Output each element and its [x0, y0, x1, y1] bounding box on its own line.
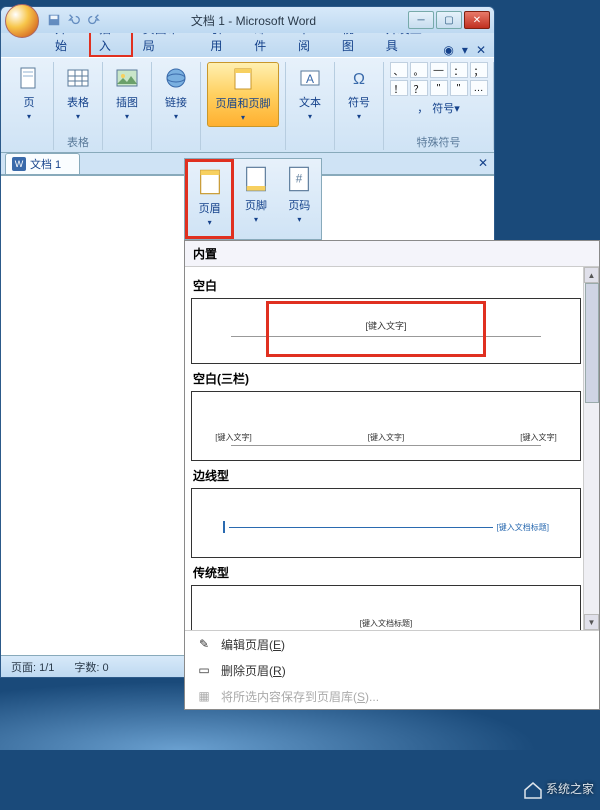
svg-text:Ω: Ω [353, 71, 365, 88]
picture-icon [115, 66, 139, 90]
group-illustrations: 插图▾ [103, 62, 152, 150]
scroll-thumb[interactable] [585, 283, 599, 403]
footer-icon [242, 165, 270, 193]
titlebar: 文档 1 - Microsoft Word ─ ▢ ✕ [1, 7, 494, 33]
help-icon[interactable]: ◉ [443, 43, 453, 57]
group-pages: 页▾ [5, 62, 54, 150]
text-button[interactable]: A 文本▾ [292, 62, 328, 125]
svg-text:A: A [306, 72, 314, 86]
links-button[interactable]: 链接▾ [158, 62, 194, 125]
gallery-item-blank3[interactable]: [键入文字] [键入文字] [键入文字] [191, 391, 581, 461]
quick-access-toolbar [47, 13, 101, 27]
gallery-item-traditional[interactable]: [键入文档标题] [选取日期] [191, 585, 581, 630]
group-symbols: Ω 符号▾ [335, 62, 384, 150]
gallery-section-builtin: 内置 [185, 241, 599, 267]
pages-button[interactable]: 页▾ [11, 62, 47, 125]
gallery-item-edge-label: 边线型 [191, 461, 581, 488]
symbols-button[interactable]: Ω 符号▾ [341, 62, 377, 125]
ribbon-minimize-icon[interactable]: ▾ [462, 43, 468, 57]
gallery-scrollbar[interactable]: ▲ ▼ [583, 267, 599, 630]
header-gallery: 内置 空白 [键入文字] 空白(三栏) [键入文字] [键入文字] [键入文字]… [184, 240, 600, 710]
edit-icon: ✎ [195, 635, 213, 653]
header-footer-button[interactable]: 页眉和页脚▾ [207, 62, 279, 127]
gallery-item-blank-label: 空白 [191, 271, 581, 298]
pagenum-icon: # [285, 165, 313, 193]
tab-close-icon[interactable]: ✕ [478, 156, 488, 170]
link-icon [164, 66, 188, 90]
ribbon-tabs: 开始 插入 页面布局 引用 邮件 审阅 视图 开发工具 ◉ ▾ ✕ [1, 33, 494, 57]
scroll-down-icon[interactable]: ▼ [584, 614, 599, 630]
textbox-icon: A [298, 66, 322, 90]
illustrations-button[interactable]: 插图▾ [109, 62, 145, 125]
gallery-item-blank3-label: 空白(三栏) [191, 364, 581, 391]
word-doc-icon: W [12, 157, 26, 171]
header-footer-icon [231, 67, 255, 91]
window-title: 文档 1 - Microsoft Word [101, 12, 406, 29]
delete-icon: ▭ [195, 661, 213, 679]
page-icon [17, 66, 41, 90]
gallery-item-blank[interactable]: [键入文字] [191, 298, 581, 364]
close-button[interactable]: ✕ [464, 11, 490, 29]
footer-button[interactable]: 页脚▾ [234, 159, 277, 239]
document-tab[interactable]: W 文档 1 [5, 153, 80, 174]
gallery-body: 空白 [键入文字] 空白(三栏) [键入文字] [键入文字] [键入文字] 边线… [185, 267, 599, 630]
gallery-footer-menu: ✎ 编辑页眉(E) ▭ 删除页眉(R) ▦ 将所选内容保存到页眉库(S)... [185, 630, 599, 709]
header-icon [196, 168, 224, 196]
save-icon[interactable] [47, 13, 61, 27]
table-icon [66, 66, 90, 90]
group-label-tables: 表格 [67, 134, 89, 150]
undo-icon[interactable] [67, 13, 81, 27]
status-words[interactable]: 字数: 0 [74, 659, 108, 675]
group-links: 链接▾ [152, 62, 201, 150]
group-label-special: 特殊符号 [417, 134, 461, 150]
gallery-item-traditional-label: 传统型 [191, 558, 581, 585]
scroll-up-icon[interactable]: ▲ [584, 267, 599, 283]
watermark: 系统之家 [523, 780, 594, 800]
symbol-more[interactable]: ，符号 ▾ [417, 100, 460, 116]
group-header-footer: 页眉和页脚▾ [201, 62, 286, 150]
office-button[interactable] [5, 4, 39, 38]
symbol-grid[interactable]: 、。—：； ！？""… [390, 62, 488, 96]
menu-save-to-gallery: ▦ 将所选内容保存到页眉库(S)... [185, 683, 599, 709]
page-number-button[interactable]: # 页码▾ [278, 159, 321, 239]
redo-icon[interactable] [87, 13, 101, 27]
group-tables: 表格▾ 表格 [54, 62, 103, 150]
ribbon-insert: 页▾ 表格▾ 表格 插图▾ 链接▾ [1, 57, 494, 153]
minimize-button[interactable]: ─ [408, 11, 434, 29]
gallery-item-edge[interactable]: [键入文档标题] [191, 488, 581, 558]
save-selection-icon: ▦ [195, 687, 213, 705]
table-button[interactable]: 表格▾ [60, 62, 96, 125]
omega-icon: Ω [347, 66, 371, 90]
maximize-button[interactable]: ▢ [436, 11, 462, 29]
header-button[interactable]: 页眉▾ [185, 159, 234, 239]
header-footer-subribbon: 页眉▾ 页脚▾ # 页码▾ [184, 158, 322, 240]
group-text: A 文本▾ [286, 62, 335, 150]
ribbon-close-icon[interactable]: ✕ [476, 43, 486, 57]
status-page[interactable]: 页面: 1/1 [11, 659, 54, 675]
menu-edit-header[interactable]: ✎ 编辑页眉(E) [185, 631, 599, 657]
house-icon [523, 780, 543, 800]
svg-text:#: # [296, 173, 303, 186]
group-special-symbols: 、。—：； ！？""… ，符号 ▾ 特殊符号 [384, 62, 494, 150]
menu-remove-header[interactable]: ▭ 删除页眉(R) [185, 657, 599, 683]
